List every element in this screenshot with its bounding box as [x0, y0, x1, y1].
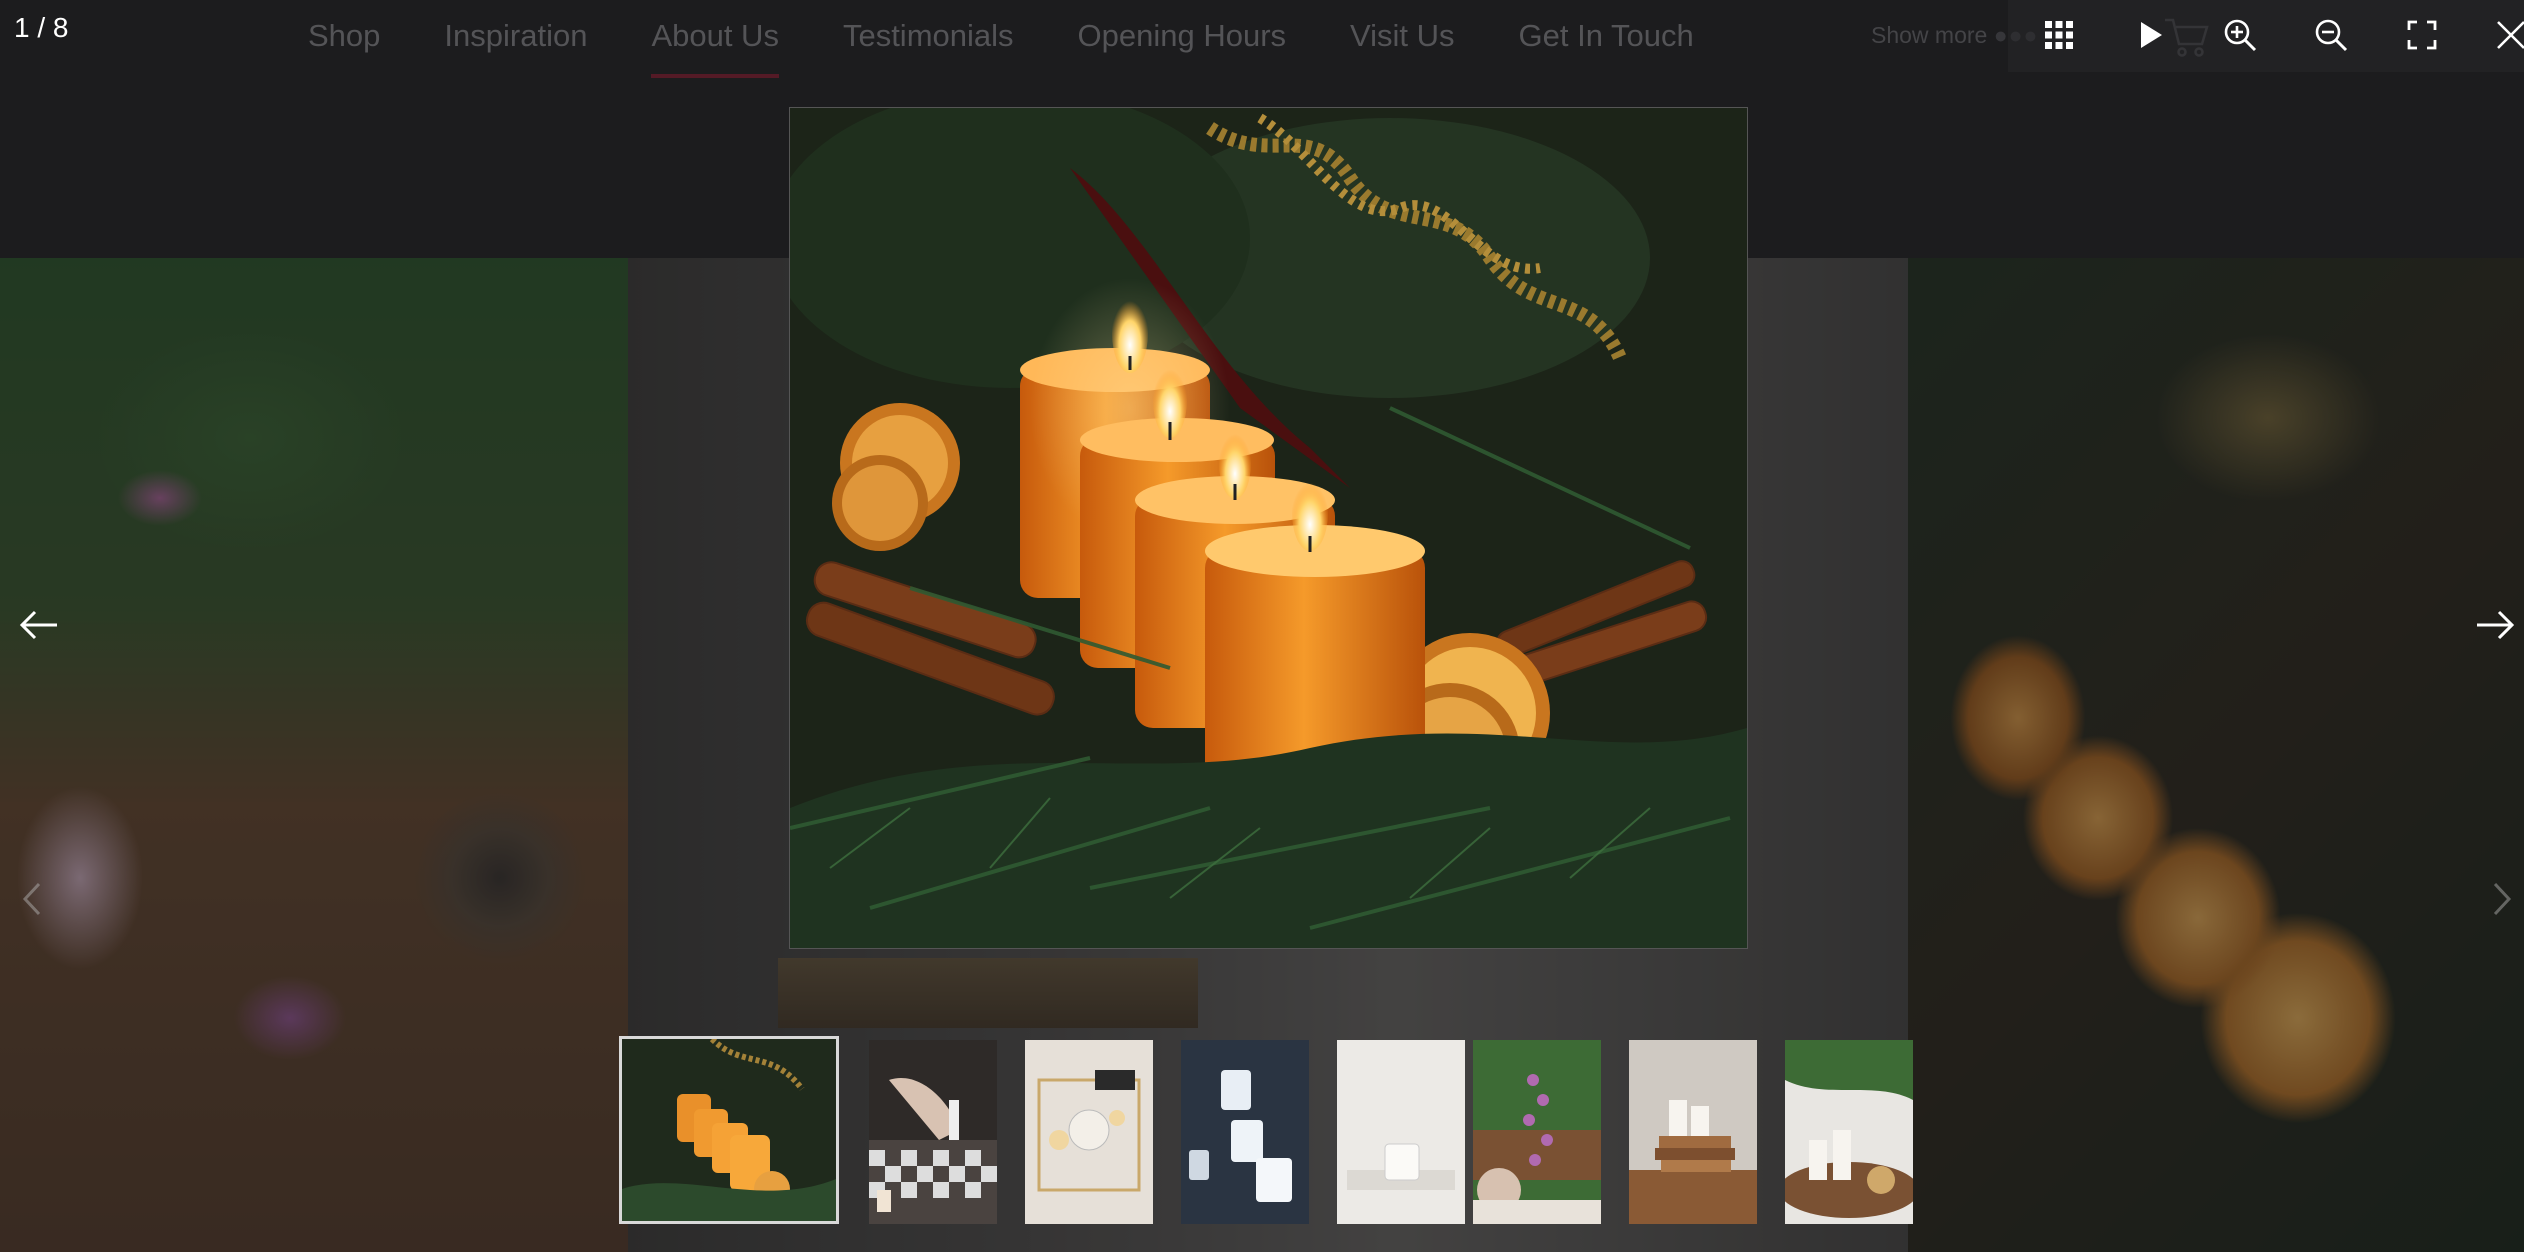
- slide-counter: 1 / 8: [14, 12, 69, 43]
- next-slide-button[interactable]: [2464, 595, 2524, 655]
- thumbnail-7[interactable]: [1629, 1040, 1757, 1224]
- previous-slide-button[interactable]: [10, 595, 70, 655]
- close-button[interactable]: [2486, 10, 2524, 60]
- slideshow-play-button[interactable]: [2125, 10, 2175, 60]
- arrow-left-icon: [19, 610, 57, 640]
- thumbnail-5[interactable]: [1337, 1040, 1465, 1224]
- thumbnail-8[interactable]: [1785, 1040, 1913, 1224]
- thumbnail-4[interactable]: [1181, 1040, 1309, 1224]
- underlying-carousel-prev-icon: [12, 876, 52, 922]
- fullscreen-button[interactable]: [2397, 10, 2447, 60]
- thumbnail-6[interactable]: [1473, 1040, 1601, 1224]
- zoom-out-icon: [2315, 19, 2348, 52]
- underlying-carousel-next-icon: [2482, 876, 2522, 922]
- thumbnail-strip: [619, 1036, 1913, 1228]
- thumbnail-2[interactable]: [869, 1040, 997, 1224]
- close-icon: [2497, 21, 2524, 49]
- zoom-out-button[interactable]: [2306, 10, 2356, 60]
- zoom-in-icon: [2224, 19, 2257, 52]
- play-icon: [2141, 22, 2162, 48]
- grid-icon: [2045, 21, 2073, 49]
- thumbnails-toggle-button[interactable]: [2034, 10, 2084, 60]
- zoom-in-button[interactable]: [2215, 10, 2265, 60]
- main-image-candles[interactable]: [789, 107, 1748, 949]
- arrow-right-icon: [2477, 610, 2515, 640]
- lightbox-toolbar: [2008, 0, 2524, 72]
- fullscreen-icon: [2407, 20, 2437, 50]
- thumbnail-1[interactable]: [619, 1036, 839, 1224]
- thumbnail-3[interactable]: [1025, 1040, 1153, 1224]
